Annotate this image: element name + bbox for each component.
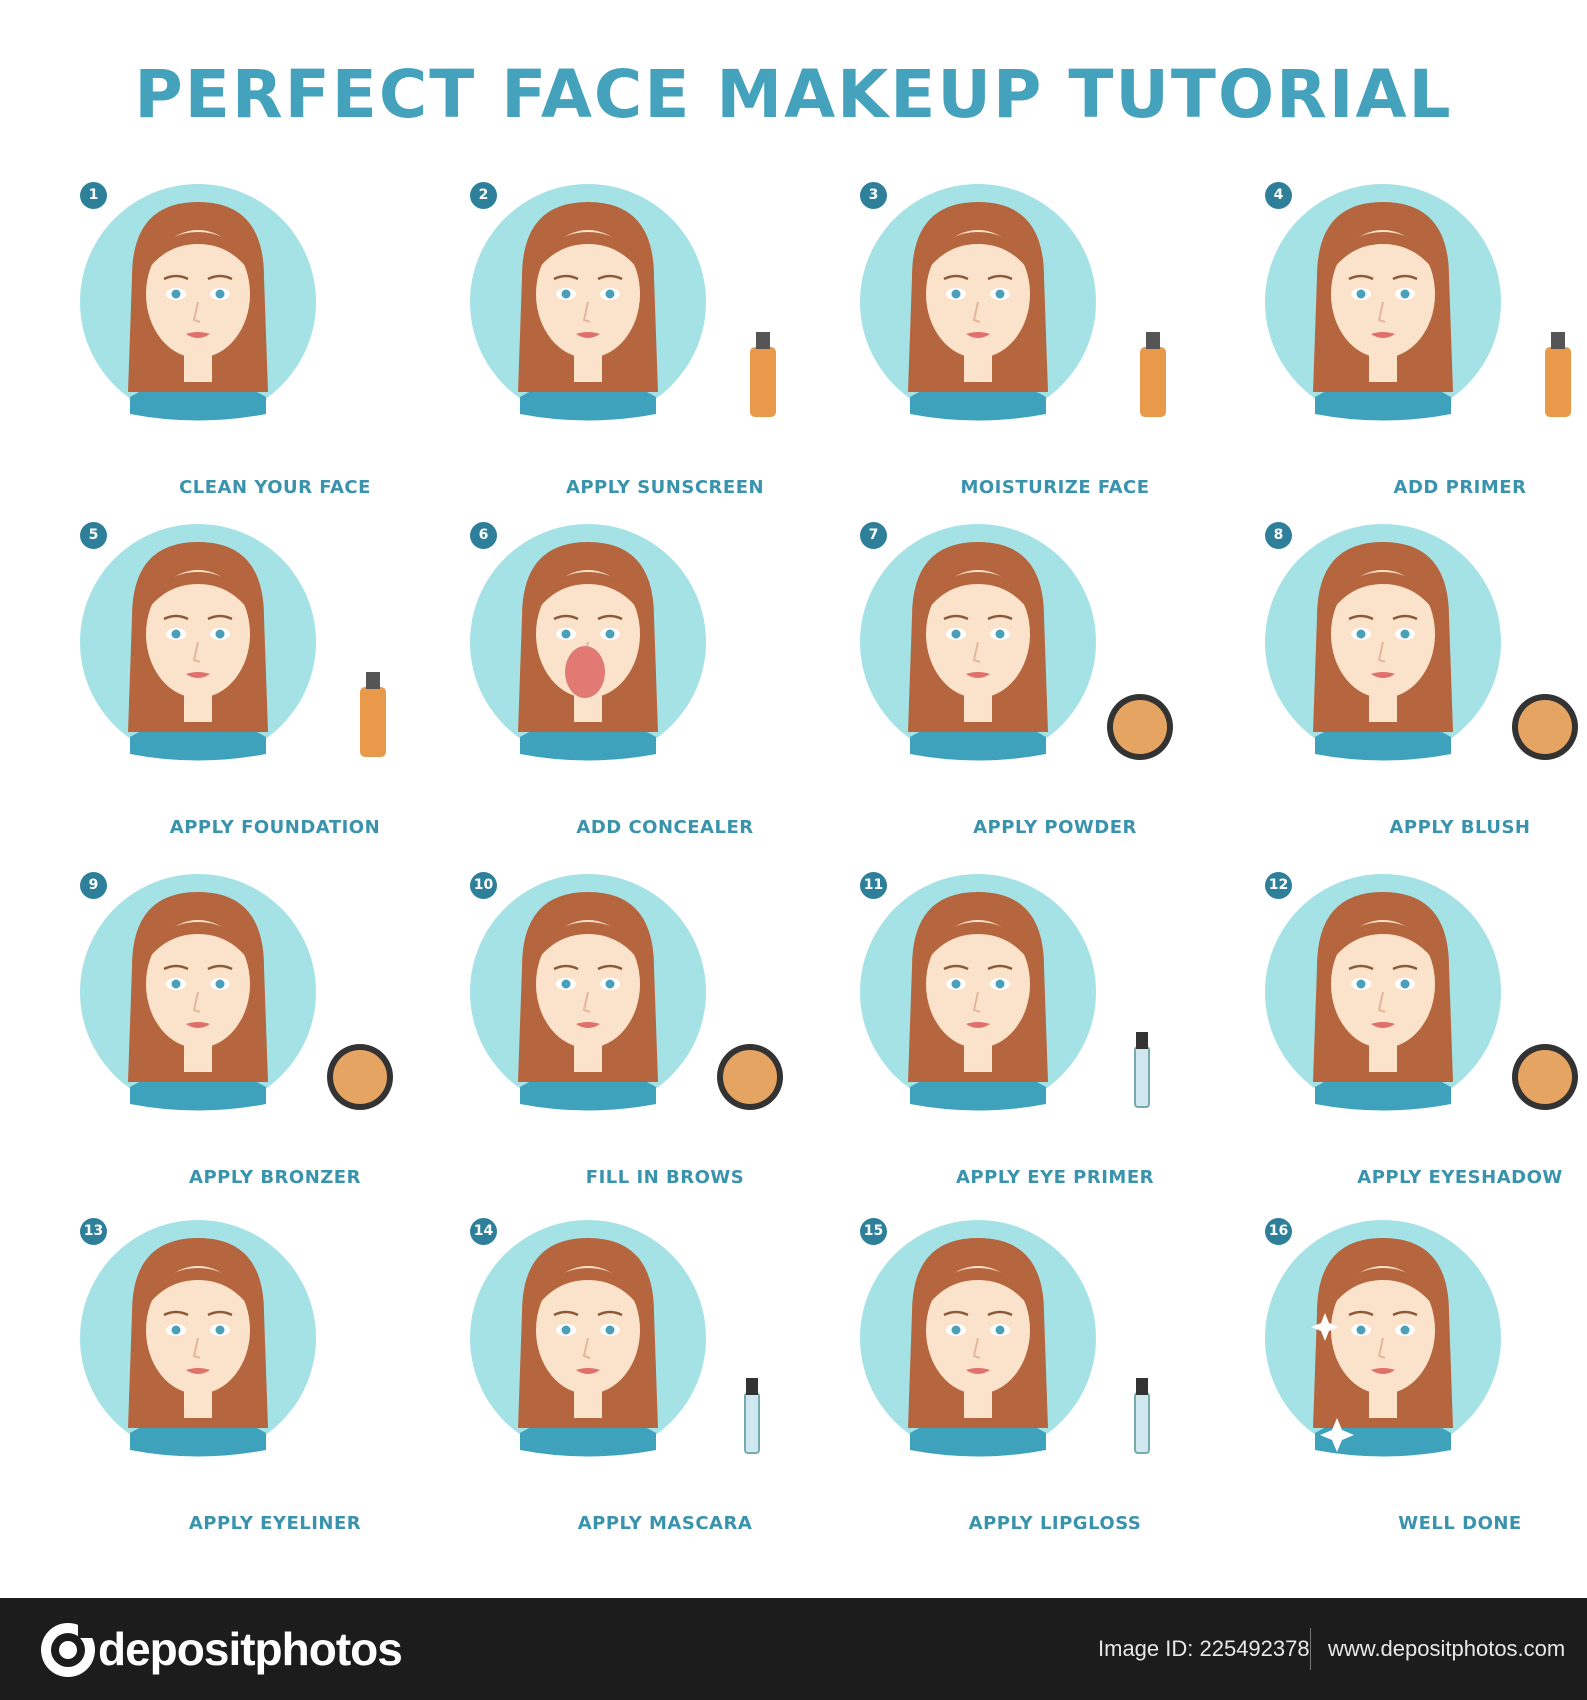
infographic-page: PERFECT FACE MAKEUP TUTORIAL 1 CLEAN YOUR… [0, 0, 1587, 1700]
step-number-badge: 7 [860, 522, 887, 549]
compact-icon [1512, 694, 1578, 760]
step-number-badge: 15 [860, 1218, 887, 1245]
woman-face-illustration [1265, 874, 1578, 1111]
step-card: 9 APPLY BRONZER [80, 872, 470, 1212]
step-card: 14 APPLY MASCARA [470, 1218, 860, 1558]
step-label: APPLY FOUNDATION [169, 817, 381, 838]
step-number-badge: 16 [1265, 1218, 1292, 1245]
step-label: APPLY SUNSCREEN [565, 477, 765, 498]
compact-icon [327, 1044, 393, 1110]
step-card: 10 FILL IN BROWS [470, 872, 860, 1212]
page-title: PERFECT FACE MAKEUP TUTORIAL [134, 56, 1453, 133]
woman-face-illustration [860, 874, 1150, 1111]
step-card: 4 ADD PRIMER [1265, 182, 1587, 522]
step-number-badge: 11 [860, 872, 887, 899]
step-card: 7 APPLY POWDER [860, 522, 1250, 862]
woman-face-illustration [860, 184, 1166, 421]
step-number-badge: 9 [80, 872, 107, 899]
step-number-badge: 3 [860, 182, 887, 209]
woman-face-illustration [470, 1220, 760, 1457]
step-label: APPLY EYELINER [188, 1513, 362, 1534]
compact-icon [1512, 1044, 1578, 1110]
site-url-link[interactable]: www.depositphotos.com [1328, 1636, 1565, 1662]
step-number-badge: 2 [470, 182, 497, 209]
step-card: 11 APPLY EYE PRIMER [860, 872, 1250, 1212]
step-number-badge: 8 [1265, 522, 1292, 549]
woman-face-illustration [80, 874, 393, 1111]
woman-face-illustration [80, 184, 316, 421]
step-number-badge: 10 [470, 872, 497, 899]
step-label: CLEAN YOUR FACE [179, 477, 371, 498]
step-number-badge: 1 [80, 182, 107, 209]
woman-face-illustration [470, 874, 783, 1111]
bottle-icon [1140, 332, 1166, 417]
step-label: ADD PRIMER [1393, 477, 1527, 498]
woman-face-illustration [860, 524, 1173, 761]
step-number-badge: 4 [1265, 182, 1292, 209]
woman-face-illustration [470, 524, 706, 761]
step-card: 16 WELL DONE [1265, 1218, 1587, 1558]
footer-divider [1310, 1628, 1311, 1670]
step-label: MOISTURIZE FACE [960, 477, 1150, 498]
step-label: APPLY BLUSH [1389, 817, 1531, 838]
step-card: 5 APPLY FOUNDATION [80, 522, 470, 862]
step-label: APPLY EYE PRIMER [956, 1167, 1154, 1188]
step-card: 8 APPLY BLUSH [1265, 522, 1587, 862]
tube-icon [1134, 1032, 1150, 1108]
step-label: WELL DONE [1398, 1513, 1522, 1534]
step-card: 1 CLEAN YOUR FACE [80, 182, 470, 522]
step-number-badge: 12 [1265, 872, 1292, 899]
tube-icon [1134, 1378, 1150, 1454]
sponge-icon [565, 646, 605, 698]
image-id-text: Image ID: 225492378 [1098, 1636, 1310, 1661]
step-number-badge: 14 [470, 1218, 497, 1245]
step-label: ADD CONCEALER [576, 817, 754, 838]
step-card: 6 ADD CONCEALER [470, 522, 860, 862]
woman-face-illustration [80, 524, 386, 761]
woman-face-illustration [470, 184, 776, 421]
tube-icon [744, 1378, 760, 1454]
bottle-icon [1545, 332, 1571, 417]
step-label: APPLY POWDER [973, 817, 1137, 838]
depositphotos-logo-icon [41, 1623, 95, 1677]
step-number-badge: 6 [470, 522, 497, 549]
footer-bar: depositphotos Image ID: 225492378 www.de… [0, 1598, 1587, 1700]
compact-icon [717, 1044, 783, 1110]
bottle-icon [750, 332, 776, 417]
woman-face-illustration [1265, 1220, 1569, 1457]
step-label: APPLY MASCARA [577, 1513, 753, 1534]
depositphotos-logo-text: depositphotos [98, 1623, 403, 1675]
step-label: APPLY EYESHADOW [1357, 1167, 1563, 1188]
woman-face-illustration [860, 1220, 1150, 1457]
woman-face-illustration [80, 1220, 316, 1457]
step-number-badge: 5 [80, 522, 107, 549]
step-card: 13 APPLY EYELINER [80, 1218, 470, 1558]
woman-face-illustration [1265, 524, 1578, 761]
step-card: 15 APPLY LIPGLOSS [860, 1218, 1250, 1558]
step-label: APPLY BRONZER [189, 1167, 361, 1188]
step-card: 2 APPLY SUNSCREEN [470, 182, 860, 522]
step-card: 12 APPLY EYESHADOW [1265, 872, 1587, 1212]
bottle-icon [360, 672, 386, 757]
compact-icon [1107, 694, 1173, 760]
step-card: 3 MOISTURIZE FACE [860, 182, 1250, 522]
woman-face-illustration [1265, 184, 1571, 421]
step-number-badge: 13 [80, 1218, 107, 1245]
step-label: APPLY LIPGLOSS [968, 1513, 1142, 1534]
step-label: FILL IN BROWS [585, 1167, 745, 1188]
